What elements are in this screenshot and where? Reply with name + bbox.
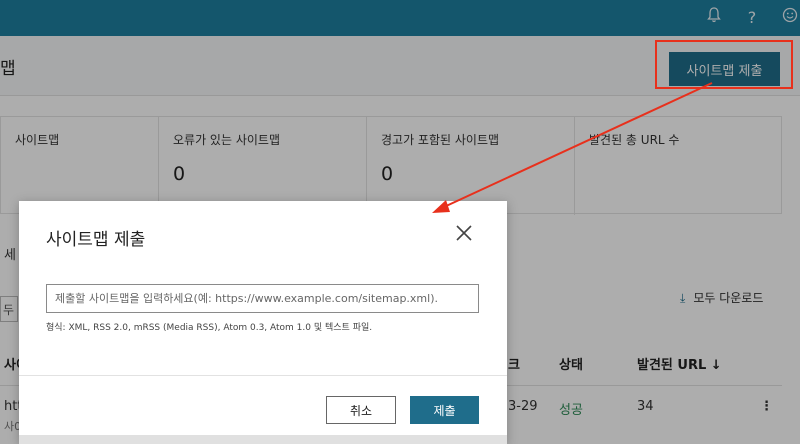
sitemap-url-input[interactable] <box>46 284 479 313</box>
format-help-text: 형식: XML, RSS 2.0, mRSS (Media RSS), Atom… <box>46 323 373 333</box>
cancel-button[interactable]: 취소 <box>326 396 396 424</box>
submit-button[interactable]: 제출 <box>410 396 479 424</box>
dialog-divider <box>19 375 507 376</box>
submit-sitemap-dialog: 사이트맵 제출 형식: XML, RSS 2.0, mRSS (Media RS… <box>19 201 507 444</box>
dialog-bottom-strip <box>19 435 507 444</box>
close-icon[interactable] <box>451 223 477 249</box>
dialog-title: 사이트맵 제출 <box>46 230 146 250</box>
annotation-highlight-box <box>655 40 793 89</box>
